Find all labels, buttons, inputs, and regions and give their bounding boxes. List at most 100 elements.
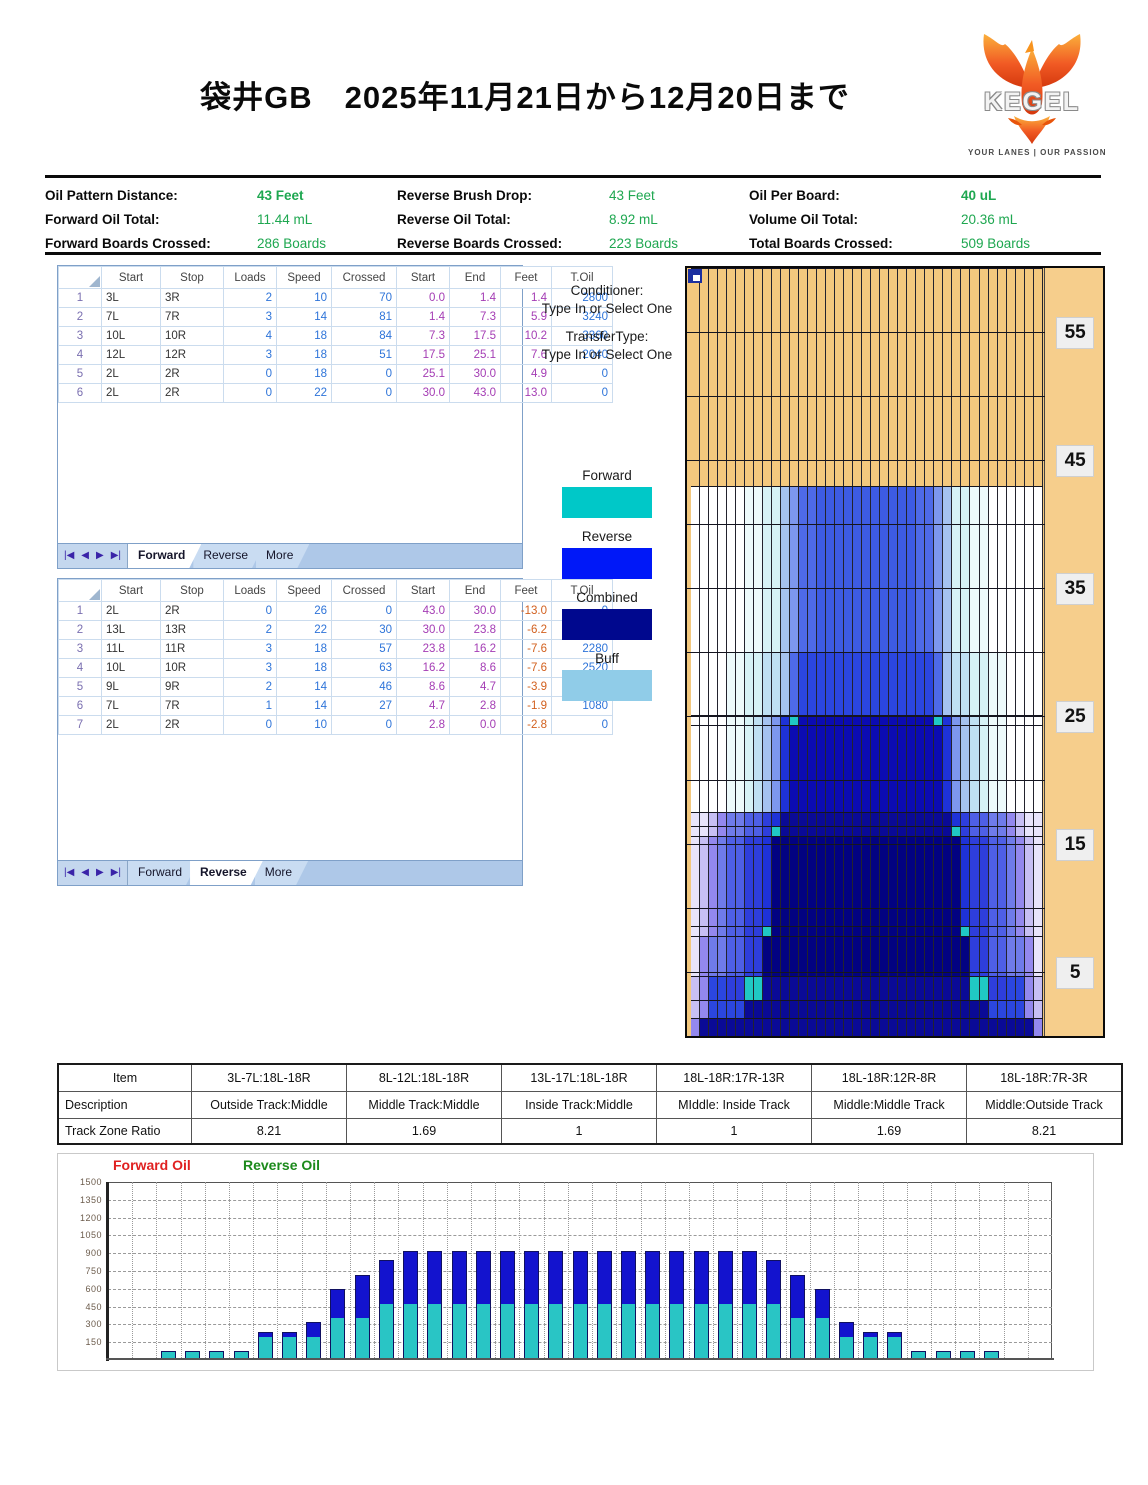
last-record-icon[interactable]: ▶| [111, 544, 121, 568]
corner-triangle-icon [89, 276, 100, 287]
legend-entry-forward: Forward [532, 466, 682, 518]
lane-board-cell [980, 487, 989, 652]
lane-board-cell [1007, 837, 1016, 926]
lane-board-cell [835, 1001, 844, 1018]
lane-board-cell [718, 927, 727, 936]
summary-label: Reverse Boards Crossed: [397, 232, 609, 256]
tab-more[interactable]: More [256, 544, 309, 568]
reverse-oil-segment [670, 1252, 683, 1304]
table-cell: 7.3 [450, 308, 501, 327]
lane-board-cell [1016, 827, 1025, 836]
lane-board-cell [754, 716, 763, 725]
lane-band [691, 1000, 1043, 1018]
lane-board-cell [700, 726, 709, 812]
lane-board-cell [862, 827, 871, 836]
lane-board-cell [709, 827, 718, 836]
lane-board-cell [1007, 927, 1016, 936]
v-gridline [423, 1182, 424, 1360]
tab-forward[interactable]: Forward [128, 861, 198, 885]
table-blank-area [58, 735, 522, 860]
lane-board-cell [718, 716, 727, 725]
lane-board-cell [916, 813, 925, 826]
prev-record-icon[interactable]: ◀ [81, 861, 89, 885]
page-title: 袋井GB 2025年11月21日から12月20日まで [0, 72, 1050, 117]
lane-board-cell [844, 937, 853, 976]
oil-bar-board-23 [645, 1251, 660, 1360]
prev-record-icon[interactable]: ◀ [81, 544, 89, 568]
h-gridline [108, 1218, 1052, 1219]
lane-board-cell [943, 813, 952, 826]
lane-board-cell [961, 1019, 970, 1036]
forward-oil-segment [525, 1304, 538, 1359]
lane-board-cell [790, 1001, 799, 1018]
lane-board-cell [916, 1001, 925, 1018]
lane-board-cell [799, 837, 808, 926]
lane-board-cell [970, 837, 979, 926]
lane-board-cell [691, 827, 700, 836]
y-axis [106, 1182, 109, 1361]
track-zone-cell: 18L-18R:7R-3R [967, 1064, 1123, 1092]
lane-board-cell [745, 1019, 754, 1036]
lane-gridline [687, 460, 1045, 461]
lane-board-cell [980, 653, 989, 715]
transfer-type-field[interactable]: TransferType: Type In or Select One [532, 328, 682, 364]
track-zone-cell: Middle Track:Middle [347, 1092, 502, 1119]
lane-board-cell [871, 937, 880, 976]
lane-board-cell [781, 269, 790, 486]
lane-board-cell [889, 269, 898, 486]
lane-board-cell [907, 837, 916, 926]
last-record-icon[interactable]: ▶| [111, 861, 121, 885]
tab-reverse[interactable]: Reverse [193, 544, 264, 568]
lane-board-cell [853, 269, 862, 486]
lane-board-cell [727, 927, 736, 936]
lane-board-cell [889, 827, 898, 836]
legend-label: Reverse [532, 527, 682, 547]
next-record-icon[interactable]: ▶ [96, 544, 104, 568]
first-record-icon[interactable]: |◀ [64, 861, 74, 885]
lane-board-cell [808, 1019, 817, 1036]
table-cell: 84 [332, 327, 397, 346]
table-cell: 12R [161, 346, 224, 365]
tab-more[interactable]: More [255, 861, 308, 885]
tab-reverse[interactable]: Reverse [190, 861, 263, 885]
oil-bar-board-20 [573, 1251, 588, 1360]
table-cell: 10R [161, 659, 224, 678]
lane-board-cell [817, 837, 826, 926]
lane-board-cell [1034, 487, 1043, 652]
reverse-loads-table: StartStopLoadsSpeedCrossedStartEndFeetT.… [58, 579, 613, 735]
lane-board-cell [772, 977, 781, 1000]
lane-board-cell [835, 726, 844, 812]
table-cell: 30.0 [450, 602, 501, 621]
lane-board-cell [763, 937, 772, 976]
table-cell: 11L [102, 640, 161, 659]
lane-board-cell [980, 977, 989, 1000]
reverse-oil-segment [549, 1252, 562, 1304]
lane-board-cell [898, 827, 907, 836]
lane-corner-icon[interactable] [688, 269, 702, 283]
y-tick-label: 450 [64, 1302, 102, 1312]
lane-board-cell [970, 487, 979, 652]
oil-bar-board-17 [500, 1251, 515, 1360]
lane-board-cell [790, 813, 799, 826]
forward-oil-segment [598, 1304, 611, 1359]
tab-forward[interactable]: Forward [128, 544, 201, 568]
table-cell: 2 [224, 621, 277, 640]
v-gridline [616, 1182, 617, 1360]
v-gridline [350, 1182, 351, 1360]
conditioner-field[interactable]: Conditioner: Type In or Select One [532, 282, 682, 318]
oil-bar-board-15 [452, 1251, 467, 1360]
v-gridline [253, 1182, 254, 1360]
lane-board-cell [754, 837, 763, 926]
first-record-icon[interactable]: |◀ [64, 544, 74, 568]
lane-board-cell [961, 927, 970, 936]
table-cell: 0.0 [450, 716, 501, 735]
lane-board-cell [727, 977, 736, 1000]
reverse-oil-segment [428, 1252, 441, 1304]
v-gridline [931, 1182, 932, 1360]
reverse-oil-segment [695, 1252, 708, 1304]
table-cell: 4.7 [450, 678, 501, 697]
next-record-icon[interactable]: ▶ [96, 861, 104, 885]
table-row: 27L7R314811.47.35.93240 [59, 308, 613, 327]
lane-board-cell [808, 827, 817, 836]
column-header-Loads: Loads [224, 267, 277, 289]
